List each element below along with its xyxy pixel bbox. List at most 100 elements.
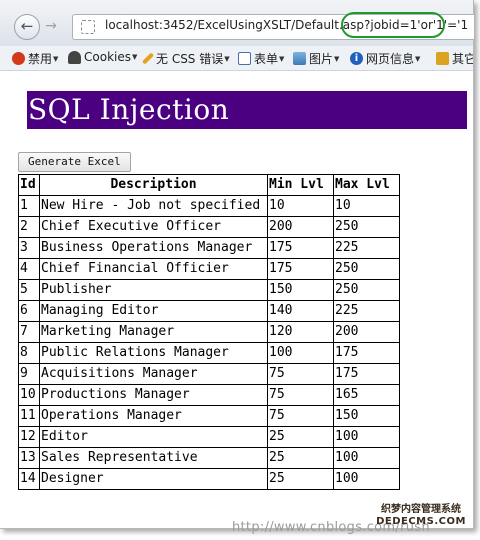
forward-button[interactable]: →	[42, 17, 60, 35]
dropdown-arrow-icon: ▼	[131, 53, 138, 61]
back-button[interactable]: ←	[14, 14, 40, 40]
table-row: 14 Designer 25 100	[18, 468, 400, 490]
cell-id: 5	[18, 279, 40, 301]
bookmark-disable[interactable]: 禁用 ▼	[12, 50, 58, 67]
watermark-logo-site: DEDECMS.COM	[376, 516, 466, 527]
table-row: 1 New Hire - Job not specified 10 10	[18, 195, 400, 217]
table-row: 2 Chief Executive Officer 200 250	[18, 216, 400, 238]
table-row: 8 Public Relations Manager 100 175	[18, 342, 400, 364]
bookmark-other[interactable]: 其它	[436, 50, 473, 67]
table-header-row: Id Description Min Lvl Max Lvl	[18, 174, 400, 196]
back-arrow-icon: ←	[20, 17, 34, 35]
cell-id: 14	[18, 468, 40, 490]
dropdown-arrow-icon: ▼	[53, 54, 59, 63]
table-row: 3 Business Operations Manager 175 225	[18, 237, 400, 259]
cell-description: New Hire - Job not specified	[39, 195, 268, 217]
cell-id: 9	[18, 363, 40, 385]
site-identity-icon[interactable]	[81, 20, 95, 34]
cell-id: 2	[18, 216, 40, 238]
cell-id: 4	[18, 258, 40, 280]
bookmark-forms[interactable]: 表单 ▼	[238, 50, 284, 67]
table-row: 12 Editor 25 100	[18, 426, 400, 448]
url-base: localhost:3452/ExcelUsingXSLT/Default.as…	[105, 18, 364, 32]
form-icon	[238, 52, 251, 65]
cell-description: Acquisitions Manager	[39, 363, 268, 385]
cell-id: 6	[18, 300, 40, 322]
no-entry-icon	[12, 52, 25, 65]
header-id: Id	[18, 174, 40, 196]
cell-max-lvl: 225	[333, 237, 400, 259]
bookmarks-toolbar: 禁用 ▼ Cookies ▼ 无 CSS 错误 ▼ 表单 ▼ 图片 ▼ i 网页信息 ▼ 其…	[0, 46, 473, 71]
table-row: 5 Publisher 150 250	[18, 279, 400, 301]
table-row: 11 Operations Manager 75 150	[18, 405, 400, 427]
watermark-logo: 织梦内容管理系统 DEDECMS.COM	[368, 504, 474, 528]
table-row: 7 Marketing Manager 120 200	[18, 321, 400, 343]
cell-description: Marketing Manager	[39, 321, 268, 343]
cell-description: Publisher	[39, 279, 268, 301]
cell-min-lvl: 200	[267, 216, 334, 238]
cell-min-lvl: 75	[267, 363, 334, 385]
cell-id: 1	[18, 195, 40, 217]
cell-max-lvl: 225	[333, 300, 400, 322]
cell-min-lvl: 175	[267, 237, 334, 259]
cell-max-lvl: 10	[333, 195, 400, 217]
pencil-icon	[141, 52, 155, 65]
cell-id: 11	[18, 405, 40, 427]
bookmark-cookies[interactable]: Cookies ▼	[68, 50, 137, 64]
header-description: Description	[39, 174, 268, 196]
cell-description: Public Relations Manager	[39, 342, 268, 364]
injection-highlight-circle	[341, 12, 445, 38]
cell-max-lvl: 250	[333, 258, 400, 280]
cell-min-lvl: 25	[267, 447, 334, 469]
bookmark-label: 无 CSS 错误	[156, 52, 224, 66]
cell-id: 12	[18, 426, 40, 448]
cell-min-lvl: 100	[267, 342, 334, 364]
cell-max-lvl: 175	[333, 342, 400, 364]
bookmark-images[interactable]: 图片 ▼	[293, 50, 339, 67]
watermark-logo-text: 织梦内容管理系统	[381, 504, 461, 515]
dropdown-arrow-icon: ▼	[415, 54, 421, 63]
table-row: 10 Productions Manager 75 165	[18, 384, 400, 406]
cell-id: 10	[18, 384, 40, 406]
cell-max-lvl: 175	[333, 363, 400, 385]
bookmark-page-info[interactable]: i 网页信息 ▼	[350, 50, 420, 67]
table-row: 6 Managing Editor 140 225	[18, 300, 400, 322]
dropdown-arrow-icon: ▼	[279, 54, 285, 63]
generate-excel-button[interactable]: Generate Excel	[18, 152, 131, 172]
cell-id: 7	[18, 321, 40, 343]
cell-max-lvl: 165	[333, 384, 400, 406]
forward-arrow-icon: →	[45, 18, 57, 34]
image-icon	[293, 52, 306, 65]
page-content: SQL Injection Generate Excel Id Descript…	[0, 71, 473, 528]
folder-icon	[436, 52, 449, 65]
cell-id: 3	[18, 237, 40, 259]
bookmark-label: 表单	[254, 52, 279, 66]
cell-max-lvl: 250	[333, 216, 400, 238]
bookmark-label: 图片	[309, 52, 334, 66]
cell-id: 13	[18, 447, 40, 469]
cell-description: Editor	[39, 426, 268, 448]
header-min-lvl: Min Lvl	[267, 174, 334, 196]
table-row: 9 Acquisitions Manager 75 175	[18, 363, 400, 385]
page-title: SQL Injection	[28, 93, 230, 126]
dropdown-arrow-icon: ▼	[334, 54, 340, 63]
cell-min-lvl: 75	[267, 405, 334, 427]
header-max-lvl: Max Lvl	[333, 174, 400, 196]
cell-description: Chief Executive Officer	[39, 216, 268, 238]
bookmark-css[interactable]: 无 CSS 错误 ▼	[141, 50, 230, 67]
cell-min-lvl: 25	[267, 468, 334, 490]
cell-description: Productions Manager	[39, 384, 268, 406]
person-icon	[68, 50, 81, 64]
cell-description: Sales Representative	[39, 447, 268, 469]
bookmark-label: 网页信息	[366, 52, 415, 66]
bookmark-label: 禁用	[28, 52, 53, 66]
cell-max-lvl: 100	[333, 447, 400, 469]
cell-max-lvl: 100	[333, 468, 400, 490]
bookmark-label: 其它	[452, 52, 473, 66]
cell-id: 8	[18, 342, 40, 364]
cell-min-lvl: 175	[267, 258, 334, 280]
bookmark-label: Cookies	[84, 50, 131, 64]
browser-window: ← → localhost:3452/ExcelUsingXSLT/Defaul…	[0, 0, 474, 529]
cell-description: Chief Financial Officier	[39, 258, 268, 280]
cell-min-lvl: 140	[267, 300, 334, 322]
